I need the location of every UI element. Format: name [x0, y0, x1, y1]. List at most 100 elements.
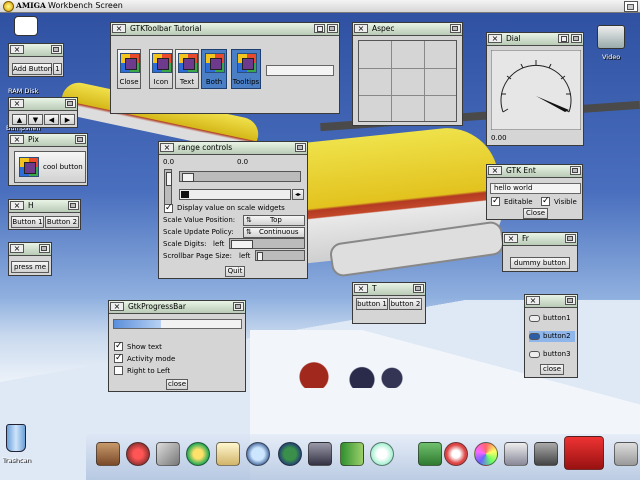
toolbar-both-button[interactable]: Both — [201, 49, 227, 89]
titlebar[interactable]: × — [9, 44, 63, 57]
cd-icon[interactable] — [474, 442, 498, 466]
vertical-scale-thumb[interactable] — [166, 172, 172, 186]
depth-gadget-icon[interactable] — [565, 234, 576, 243]
depth-gadget-icon[interactable] — [327, 24, 338, 33]
cool-button[interactable]: cool button — [14, 151, 86, 183]
arrow-left-button[interactable]: ◀ — [44, 114, 59, 125]
close-gadget-icon[interactable]: × — [488, 166, 502, 175]
lightbulb-icon[interactable] — [370, 442, 394, 466]
depth-gadget-icon[interactable] — [570, 166, 581, 175]
titlebar[interactable]: × GTKToolbar Tutorial — [111, 23, 339, 36]
toolbar-close-button[interactable]: Close — [117, 49, 141, 89]
dial-gauge[interactable] — [491, 50, 581, 130]
screen-depth-gadget[interactable] — [624, 1, 638, 12]
text-entry[interactable]: hello world — [490, 183, 581, 194]
magnifier-icon[interactable] — [246, 442, 270, 466]
close-gadget-icon[interactable]: × — [112, 24, 126, 33]
horizontal-scrollbar[interactable] — [179, 189, 291, 200]
ac-logo-icon[interactable] — [564, 436, 604, 470]
quit-button[interactable]: Quit — [225, 266, 245, 277]
sun-icon[interactable] — [186, 442, 210, 466]
editable-checkbox[interactable]: ✓ — [491, 197, 500, 206]
titlebar[interactable]: × range controls — [159, 142, 307, 155]
depth-gadget-icon[interactable] — [413, 284, 424, 293]
arrow-right-button[interactable]: ▶ — [60, 114, 75, 125]
media-player-icon[interactable] — [444, 442, 468, 466]
portrait-icon[interactable] — [96, 442, 120, 466]
vertical-scale[interactable] — [164, 169, 172, 205]
arrow-up-button[interactable]: ▲ — [12, 114, 27, 125]
book-icon[interactable] — [340, 442, 364, 466]
activity-mode-checkbox[interactable]: ✓ — [114, 354, 123, 363]
toolbar-text-button[interactable]: Text — [175, 49, 199, 89]
box-icon[interactable] — [418, 442, 442, 466]
scale-digits-slider[interactable] — [229, 238, 305, 249]
close-gadget-icon[interactable]: × — [10, 45, 24, 54]
monitor-icon[interactable] — [308, 442, 332, 466]
video-label[interactable]: Video — [602, 53, 620, 61]
titlebar[interactable]: × — [525, 295, 577, 308]
right-to-left-checkbox[interactable] — [114, 366, 123, 375]
radio-button-1[interactable]: button1 — [529, 313, 575, 324]
depth-gadget-icon[interactable] — [295, 143, 306, 152]
scale-update-policy-select[interactable]: ⇅ Continuous — [243, 227, 305, 238]
trashcan-icon[interactable] — [6, 424, 26, 452]
titlebar[interactable]: × Fr — [503, 233, 577, 246]
close-gadget-icon[interactable]: × — [354, 24, 368, 33]
button-1[interactable]: Button 1 — [11, 216, 44, 228]
close-gadget-icon[interactable]: × — [160, 143, 174, 152]
scroll-arrows-button[interactable]: ◂▸ — [292, 189, 304, 200]
depth-gadget-icon[interactable] — [51, 45, 62, 54]
depth-gadget-icon[interactable] — [233, 302, 244, 311]
titlebar[interactable]: × Pix — [9, 134, 87, 147]
add-button[interactable]: Add Button — [12, 63, 52, 75]
zoom-gadget-icon[interactable] — [314, 24, 325, 33]
titlebar[interactable]: × — [9, 98, 77, 111]
titlebar[interactable]: × GtkProgressBar — [109, 301, 245, 314]
close-gadget-icon[interactable]: × — [10, 99, 24, 108]
toolbar-entry[interactable] — [266, 65, 334, 76]
trashcan-label[interactable]: Trashcan — [2, 456, 31, 464]
radio-button-3[interactable]: button3 — [529, 349, 575, 360]
notepad-icon[interactable] — [216, 442, 240, 466]
button-2[interactable]: button 2 — [389, 298, 422, 310]
titlebar[interactable]: × T — [353, 283, 425, 296]
network-icon[interactable] — [504, 442, 528, 466]
close-gadget-icon[interactable]: × — [10, 135, 24, 144]
close-gadget-icon[interactable]: × — [10, 201, 24, 210]
video-icon[interactable] — [597, 25, 625, 49]
close-button[interactable]: close — [166, 379, 188, 390]
depth-gadget-icon[interactable] — [565, 296, 576, 305]
depth-gadget-icon[interactable] — [65, 99, 76, 108]
depth-gadget-icon[interactable] — [68, 201, 79, 210]
scale-value-position-select[interactable]: ⇅ Top — [243, 215, 305, 226]
add-button-count[interactable]: 1 — [53, 63, 62, 75]
close-gadget-icon[interactable]: × — [10, 244, 24, 253]
globe-icon[interactable] — [278, 442, 302, 466]
display-value-checkbox[interactable]: ✓ — [164, 204, 173, 213]
visible-checkbox[interactable]: ✓ — [541, 197, 550, 206]
close-gadget-icon[interactable]: × — [110, 302, 124, 311]
close-button[interactable]: Close — [523, 208, 548, 219]
horizontal-scale[interactable] — [179, 171, 301, 182]
radio-button-2[interactable]: button2 — [529, 331, 575, 342]
cow-icon[interactable] — [14, 16, 38, 36]
tools-icon[interactable] — [156, 442, 180, 466]
titlebar[interactable]: × Aspec — [353, 23, 462, 36]
horizontal-scale-thumb[interactable] — [182, 173, 194, 182]
press-me-button[interactable]: press me — [11, 261, 49, 273]
ram-disk-label[interactable]: RAM Disk — [8, 87, 38, 95]
show-text-checkbox[interactable]: ✓ — [114, 342, 123, 351]
zoom-gadget-icon[interactable] — [558, 34, 569, 43]
arrow-down-button[interactable]: ▼ — [28, 114, 43, 125]
button-2[interactable]: Button 2 — [45, 216, 79, 228]
close-gadget-icon[interactable]: × — [504, 234, 518, 243]
toolbar-icon-button[interactable]: Icon — [149, 49, 173, 89]
button-1[interactable]: button 1 — [356, 298, 388, 310]
close-gadget-icon[interactable]: × — [526, 296, 540, 305]
depth-gadget-icon[interactable] — [571, 34, 582, 43]
titlebar[interactable]: × — [9, 243, 51, 256]
titlebar[interactable]: × H — [9, 200, 80, 213]
close-button[interactable]: close — [540, 364, 564, 375]
chip-icon[interactable] — [534, 442, 558, 466]
